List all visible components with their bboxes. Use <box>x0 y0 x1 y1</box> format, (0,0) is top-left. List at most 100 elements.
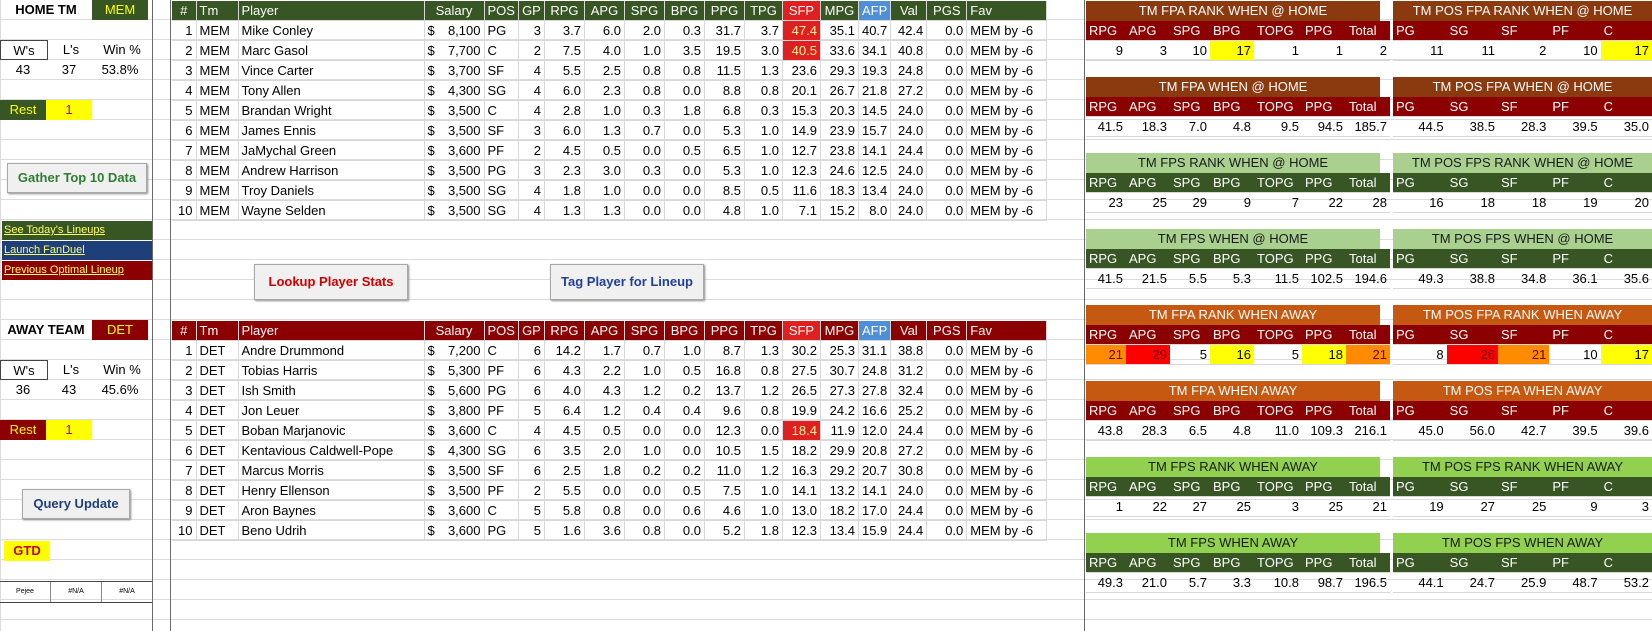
panel-value[interactable]: 24.7 <box>1446 572 1498 593</box>
cell-tpg[interactable]: 1.5 <box>744 440 783 461</box>
gather-top10-button[interactable]: Gather Top 10 Data <box>7 163 147 193</box>
panel-value[interactable]: 9.5 <box>1254 116 1302 137</box>
cell-team[interactable]: DET <box>196 440 239 461</box>
table-row[interactable]: 4 DET Jon Leuer $3,800 PF 5 6.4 1.2 0.4 0.4 9.6 0.8… <box>172 400 1048 421</box>
panel-value[interactable]: 19 <box>1393 496 1447 517</box>
column-header-ppg[interactable]: PPG <box>704 1 745 21</box>
column-header-position[interactable]: POS <box>484 1 519 21</box>
cell-games-played[interactable]: 2 <box>518 480 545 501</box>
panel-value[interactable]: 16 <box>1393 192 1447 213</box>
cell-num[interactable]: 3 <box>172 60 197 81</box>
column-header-num[interactable]: # <box>172 1 197 21</box>
cell-salary[interactable]: $4,300 <box>424 80 485 101</box>
cell-mpg[interactable]: 23.8 <box>820 140 859 161</box>
panel-value[interactable]: 39.5 <box>1549 116 1601 137</box>
cell-tpg[interactable]: 0.5 <box>744 180 783 201</box>
panel-value[interactable]: 20 <box>1600 192 1652 213</box>
cell-afp[interactable]: 17.0 <box>858 500 892 521</box>
panel-value[interactable]: 38.5 <box>1446 116 1498 137</box>
panel-value[interactable]: 27 <box>1170 496 1210 517</box>
cell-player[interactable]: Marcus Morris <box>238 460 425 481</box>
cell-mpg[interactable]: 15.2 <box>820 200 859 221</box>
column-header-ppg[interactable]: PPG <box>704 321 745 341</box>
cell-num[interactable]: 5 <box>172 420 197 441</box>
cell-salary[interactable]: $3,500 <box>424 160 485 181</box>
cell-apg[interactable]: 0.0 <box>584 480 625 501</box>
cell-team[interactable]: MEM <box>196 100 239 121</box>
cell-tpg[interactable]: 0.8 <box>744 400 783 421</box>
panel-value[interactable]: 35.6 <box>1600 268 1652 289</box>
cell-player[interactable]: Troy Daniels <box>238 180 425 201</box>
panel-value[interactable]: 27 <box>1446 496 1498 517</box>
panel-value[interactable]: 8 <box>1393 344 1447 365</box>
cell-team[interactable]: DET <box>196 380 239 401</box>
column-header-salary[interactable]: Salary <box>424 321 485 341</box>
column-header-spg[interactable]: SPG <box>624 321 665 341</box>
cell-player[interactable]: Andre Drummond <box>238 340 425 361</box>
cell-games-played[interactable]: 6 <box>518 440 545 461</box>
table-row[interactable]: 1 DET Andre Drummond $7,200 C 6 14.2 1.7 0.7 1.0 8… <box>172 340 1048 361</box>
cell-pgs[interactable]: 0.0 <box>926 140 968 161</box>
panel-value[interactable]: 19 <box>1549 192 1601 213</box>
panel-value[interactable]: 23 <box>1086 192 1126 213</box>
cell-position[interactable]: SF <box>484 120 519 141</box>
query-update-button[interactable]: Query Update <box>22 489 130 519</box>
cell-ppg[interactable]: 6.5 <box>704 140 745 161</box>
cell-apg[interactable]: 1.7 <box>584 340 625 361</box>
panel-value[interactable]: 17 <box>1600 40 1652 61</box>
cell-team[interactable]: DET <box>196 520 239 541</box>
panel-value[interactable]: 5.3 <box>1210 268 1254 289</box>
cell-afp[interactable]: 14.1 <box>858 140 892 161</box>
cell-position[interactable]: PG <box>484 520 519 541</box>
cell-sfp[interactable]: 27.5 <box>782 360 821 381</box>
cell-spg[interactable]: 0.8 <box>624 520 665 541</box>
cell-bpg[interactable]: 0.3 <box>664 20 705 41</box>
table-row[interactable]: 8 DET Henry Ellenson $3,500 PF 2 5.5 0.0 0.0 0.5 7… <box>172 480 1048 501</box>
cell-mpg[interactable]: 24.6 <box>820 160 859 181</box>
rest-value[interactable]: 1 <box>46 100 92 120</box>
cell-num[interactable]: 2 <box>172 360 197 381</box>
cell-ppg[interactable]: 6.8 <box>704 100 745 121</box>
panel-value[interactable]: 36.1 <box>1549 268 1601 289</box>
cell-rpg[interactable]: 2.8 <box>544 100 585 121</box>
cell-bpg[interactable]: 0.2 <box>664 380 705 401</box>
cell-value[interactable]: 31.2 <box>890 360 928 381</box>
cell-num[interactable]: 7 <box>172 140 197 161</box>
cell-value[interactable]: 24.4 <box>890 140 928 161</box>
cell-afp[interactable]: 24.8 <box>858 360 892 381</box>
cell-spg[interactable]: 0.0 <box>624 200 665 221</box>
panel-value[interactable]: 10 <box>1549 40 1601 61</box>
panel-value[interactable]: 45.0 <box>1393 420 1447 441</box>
cell-pgs[interactable]: 0.0 <box>926 400 968 421</box>
cell-player[interactable]: James Ennis <box>238 120 425 141</box>
cell-ppg[interactable]: 5.3 <box>704 120 745 141</box>
cell-num[interactable]: 10 <box>172 200 197 221</box>
panel-value[interactable]: 10 <box>1549 344 1601 365</box>
cell-afp[interactable]: 13.4 <box>858 180 892 201</box>
cell-afp[interactable]: 19.3 <box>858 60 892 81</box>
cell-num[interactable]: 6 <box>172 120 197 141</box>
cell-team[interactable]: MEM <box>196 60 239 81</box>
cell-team[interactable]: MEM <box>196 40 239 61</box>
panel-value[interactable]: 43.8 <box>1086 420 1126 441</box>
cell-pgs[interactable]: 0.0 <box>926 440 968 461</box>
cell-value[interactable]: 24.0 <box>890 480 928 501</box>
cell-mpg[interactable]: 18.2 <box>820 500 859 521</box>
cell-spg[interactable]: 1.0 <box>624 440 665 461</box>
cell-num[interactable]: 3 <box>172 380 197 401</box>
rest-value[interactable]: 1 <box>46 420 92 440</box>
cell-games-played[interactable]: 4 <box>518 180 545 201</box>
panel-value[interactable]: 5 <box>1254 344 1302 365</box>
cell-player[interactable]: Brandan Wright <box>238 100 425 121</box>
cell-sfp[interactable]: 14.1 <box>782 480 821 501</box>
panel-value[interactable]: 28.3 <box>1126 420 1170 441</box>
panel-value[interactable]: 49.3 <box>1393 268 1447 289</box>
column-header-apg[interactable]: APG <box>584 321 625 341</box>
cell-pgs[interactable]: 0.0 <box>926 100 968 121</box>
cell-rpg[interactable]: 1.6 <box>544 520 585 541</box>
cell-num[interactable]: 9 <box>172 180 197 201</box>
column-header-value[interactable]: Val <box>890 321 928 341</box>
cell-pgs[interactable]: 0.0 <box>926 180 968 201</box>
cell-favorite[interactable]: MEM by -6 <box>966 480 1048 501</box>
cell-salary[interactable]: $3,800 <box>424 400 485 421</box>
